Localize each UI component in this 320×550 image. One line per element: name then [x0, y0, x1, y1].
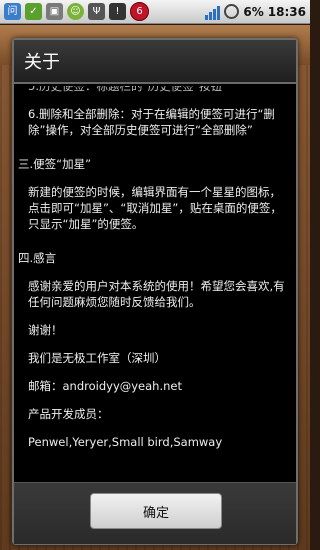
thanks-line: 谢谢！ — [28, 323, 63, 337]
developers-label: 产品开发成员： — [28, 407, 109, 421]
ok-button[interactable]: 确定 — [90, 493, 222, 529]
status-bar: 问 ✓ ▣ ☺ Ψ ! 6 6% 18:36 — [0, 0, 310, 24]
notification-badge: 6 — [130, 2, 149, 21]
thanks-paragraph: 感谢亲爱的用户对本系统的使用！希望您会喜欢,有任何问题麻烦您随时反馈给我们。 — [28, 279, 285, 309]
usb-icon: Ψ — [88, 3, 105, 20]
dialog-footer: 确定 — [14, 482, 296, 544]
warning-icon: ! — [109, 3, 126, 20]
section-3-heading: 三.便签“加星” — [18, 157, 92, 171]
signal-icon — [205, 4, 221, 20]
clock: 18:36 — [267, 4, 306, 19]
dialog-title: 关于 — [24, 52, 60, 73]
item-6-text: 6.删除和全部删除：对于在编辑的便签可进行“删除”操作，对全部历史便签可进行“全… — [28, 107, 275, 137]
item-5-text: 5.历史便签：标题栏的"历史便签"按钮 — [28, 86, 223, 93]
notification-icons: 问 ✓ ▣ ☺ Ψ ! 6 — [4, 2, 149, 21]
email-line: 邮箱：androidyy@yeah.net — [28, 379, 182, 393]
alarm-icon — [224, 4, 240, 19]
star-paragraph: 新建的便签的时候，编辑界面有一个星星的图标，点击即可“加星”、“取消加星”，贴在… — [28, 185, 282, 231]
image-icon: ▣ — [46, 3, 63, 20]
android-icon: ☺ — [67, 3, 84, 20]
battery-percent: 6% — [243, 4, 264, 19]
studio-line: 我们是无极工作室（深圳） — [28, 351, 166, 365]
section-4-heading: 四.感言 — [18, 251, 57, 265]
dialog-body[interactable]: 5.历史便签：标题栏的"历史便签"按钮 6.删除和全部删除：对于在编辑的便签可进… — [14, 86, 296, 482]
about-dialog: 关于 5.历史便签：标题栏的"历史便签"按钮 6.删除和全部删除：对于在编辑的便… — [12, 38, 298, 545]
chat-icon: 问 — [4, 3, 21, 20]
developers-list: Penwel,Yeryer,Small bird,Samway — [28, 435, 223, 449]
check-icon: ✓ — [25, 3, 42, 20]
dialog-body-content: 5.历史便签：标题栏的"历史便签"按钮 6.删除和全部删除：对于在编辑的便签可进… — [14, 86, 296, 450]
dialog-title-bar: 关于 — [14, 40, 296, 84]
